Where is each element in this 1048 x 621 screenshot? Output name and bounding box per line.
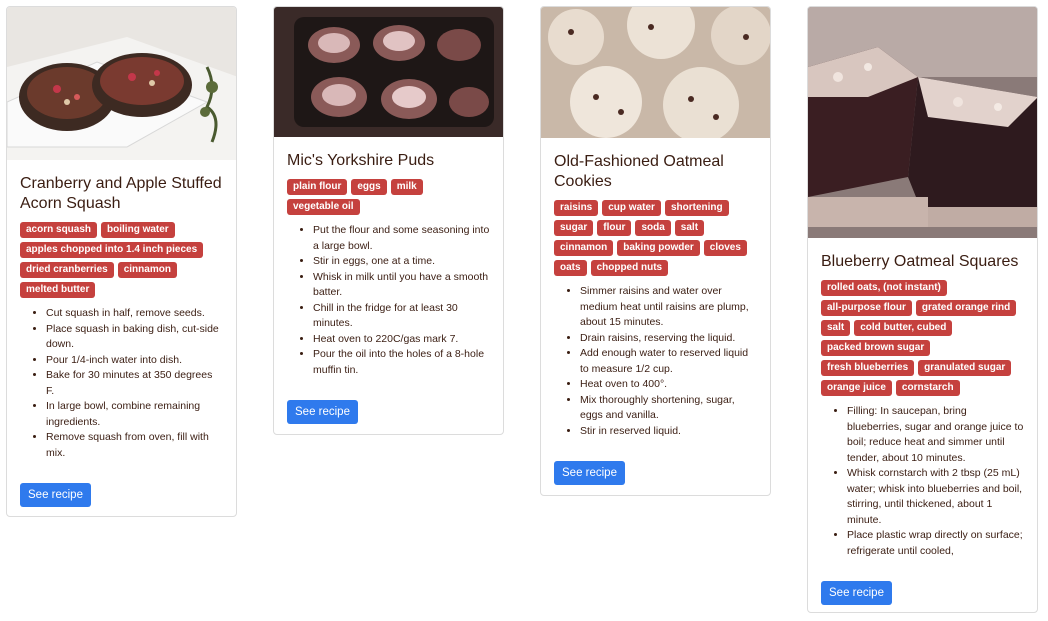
ingredient-tags: acorn squash boiling water apples choppe… (20, 222, 223, 298)
recipe-step: Place squash in baking dish, cut-side do… (46, 322, 223, 353)
ingredient-tag: chopped nuts (590, 260, 669, 276)
recipe-step: Bake for 30 minutes at 350 degrees F. (46, 368, 223, 399)
ingredient-tag: acorn squash (20, 222, 98, 238)
ingredient-tag: boiling water (101, 222, 175, 238)
recipe-step: Whisk in milk until you have a smooth ba… (313, 270, 490, 301)
ingredient-tag: milk (390, 179, 423, 195)
ingredient-tag: eggs (351, 179, 387, 195)
ingredient-tag: soda (635, 220, 671, 236)
recipe-step: Put the flour and some seasoning into a … (313, 223, 490, 254)
recipe-step: Stir in reserved liquid. (580, 424, 757, 440)
recipe-step: Pour the oil into the holes of a 8-hole … (313, 347, 490, 378)
ingredient-tags: plain flour eggs milk vegetable oil (287, 179, 490, 215)
recipe-step: Simmer raisins and water over medium hea… (580, 284, 757, 331)
ingredient-tag: melted butter (20, 282, 96, 298)
ingredient-tag: cup water (602, 200, 661, 216)
recipe-step: Heat oven to 400°. (580, 377, 757, 393)
ingredient-tag: plain flour (287, 179, 348, 195)
ingredient-tag: cornstarch (895, 380, 960, 396)
see-recipe-button[interactable]: See recipe (20, 483, 91, 507)
ingredient-tag: cinnamon (554, 240, 614, 256)
ingredient-tag: orange juice (821, 380, 892, 396)
ingredient-tags: rolled oats, (not instant) all-purpose f… (821, 280, 1024, 396)
see-recipe-button[interactable]: See recipe (554, 461, 625, 485)
recipe-card: Mic's Yorkshire Puds plain flour eggs mi… (273, 6, 504, 435)
recipe-step: Filling: In saucepan, bring blueberries,… (847, 404, 1024, 466)
ingredient-tag: all-purpose flour (821, 300, 912, 316)
ingredient-tag: grated orange rind (915, 300, 1017, 316)
recipe-step: Remove squash from oven, fill with mix. (46, 430, 223, 461)
ingredient-tag: dried cranberries (20, 262, 114, 278)
recipe-card: Old-Fashioned Oatmeal Cookies raisins cu… (540, 6, 771, 496)
recipe-step: Place plastic wrap directly on surface; … (847, 528, 1024, 559)
recipe-steps: Cut squash in half, remove seeds. Place … (20, 306, 223, 461)
recipe-title: Cranberry and Apple Stuffed Acorn Squash (20, 175, 222, 212)
recipe-steps: Filling: In saucepan, bring blueberries,… (821, 404, 1024, 559)
ingredient-tag: raisins (554, 200, 599, 216)
ingredient-tag: baking powder (617, 240, 700, 256)
recipe-title: Blueberry Oatmeal Squares (821, 253, 1019, 270)
oatmeal-cookies-photo (541, 7, 770, 138)
ingredient-tag: vegetable oil (287, 199, 360, 215)
see-recipe-button[interactable]: See recipe (821, 581, 892, 605)
recipe-step: In large bowl, combine remaining ingredi… (46, 399, 223, 430)
ingredient-tag: cold butter, cubed (854, 320, 953, 336)
recipe-step: Stir in eggs, one at a time. (313, 254, 490, 270)
recipe-steps: Put the flour and some seasoning into a … (287, 223, 490, 378)
recipe-step: Pour 1/4-inch water into dish. (46, 353, 223, 369)
recipe-step: Cut squash in half, remove seeds. (46, 306, 223, 322)
ingredient-tag: shortening (664, 200, 729, 216)
ingredient-tag: oats (554, 260, 587, 276)
ingredient-tags: raisins cup water shortening sugar flour… (554, 200, 757, 276)
ingredient-tag: apples chopped into 1.4 inch pieces (20, 242, 204, 258)
recipe-card: Blueberry Oatmeal Squares rolled oats, (… (807, 6, 1038, 613)
recipe-steps: Simmer raisins and water over medium hea… (554, 284, 757, 439)
acorn-squash-photo (7, 7, 236, 160)
recipe-step: Drain raisins, reserving the liquid. (580, 331, 757, 347)
ingredient-tag: granulated sugar (918, 360, 1012, 376)
ingredient-tag: sugar (554, 220, 594, 236)
ingredient-tag: cloves (703, 240, 747, 256)
ingredient-tag: salt (674, 220, 705, 236)
ingredient-tag: fresh blueberries (821, 360, 915, 376)
ingredient-tag: rolled oats, (not instant) (821, 280, 947, 296)
recipe-step: Mix thoroughly shortening, sugar, eggs a… (580, 393, 757, 424)
recipe-step: Heat oven to 220C/gas mark 7. (313, 332, 490, 348)
recipe-card: Cranberry and Apple Stuffed Acorn Squash… (6, 6, 237, 517)
ingredient-tag: flour (597, 220, 632, 236)
ingredient-tag: packed brown sugar (821, 340, 931, 356)
recipe-step: Add enough water to reserved liquid to m… (580, 346, 757, 377)
recipe-title: Mic's Yorkshire Puds (287, 152, 435, 169)
see-recipe-button[interactable]: See recipe (287, 400, 358, 424)
recipe-title: Old-Fashioned Oatmeal Cookies (554, 153, 724, 190)
blueberry-squares-photo (808, 7, 1037, 238)
ingredient-tag: cinnamon (117, 262, 177, 278)
recipe-step: Chill in the fridge for at least 30 minu… (313, 301, 490, 332)
yorkshire-puds-photo (274, 7, 503, 137)
recipe-step: Whisk cornstarch with 2 tbsp (25 mL) wat… (847, 466, 1024, 528)
ingredient-tag: salt (821, 320, 851, 336)
